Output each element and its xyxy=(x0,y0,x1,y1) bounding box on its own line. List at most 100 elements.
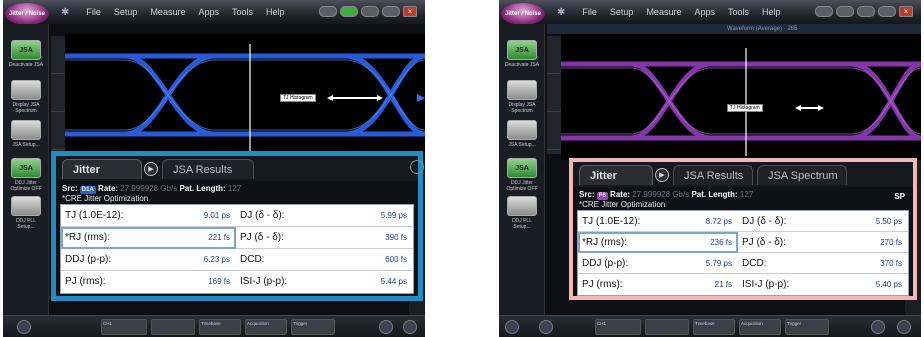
sidebar-ddj-optimize[interactable]: JSA DDJ Jitter Optimize OFF xyxy=(504,158,540,192)
menu-measure[interactable]: Measure xyxy=(150,7,185,18)
math-status[interactable] xyxy=(645,319,689,335)
timebase-status[interactable]: Timebase xyxy=(693,319,735,335)
sidebar-ddj-pll-setup[interactable]: DDJ PLL Setup... xyxy=(504,196,540,230)
menu-help[interactable]: Help xyxy=(762,7,781,18)
toolbar-button[interactable] xyxy=(878,6,896,17)
menu-tools[interactable]: Tools xyxy=(728,7,749,18)
dcd-cell[interactable]: DCD: 370 fs xyxy=(738,253,908,274)
source-badge: D1A xyxy=(79,186,96,194)
close-icon[interactable]: × xyxy=(403,6,417,17)
toolbar-button[interactable] xyxy=(382,6,400,17)
cre-optimization-label: *CRE Jitter Optimization xyxy=(62,194,149,203)
dj-cell[interactable]: DJ (δ - δ): 5.99 ps xyxy=(236,205,413,227)
tj-label: TJ (1.0E-12): xyxy=(582,216,641,227)
run-button[interactable] xyxy=(340,6,358,17)
menu-help[interactable]: Help xyxy=(266,7,285,18)
tj-value: 9.01 ps xyxy=(203,211,230,220)
toolbar-button[interactable] xyxy=(836,6,854,17)
menu-setup[interactable]: Setup xyxy=(114,7,138,18)
signal-icon[interactable] xyxy=(897,320,911,334)
eye-diagram-display[interactable]: TJ Histogram xyxy=(65,34,425,160)
menu-measure[interactable]: Measure xyxy=(646,7,681,18)
channel-icon[interactable] xyxy=(539,320,553,334)
overlay-corner-icon[interactable] xyxy=(410,160,424,174)
vertical-tab[interactable] xyxy=(547,112,561,150)
rj-cell[interactable]: *RJ (rms): 221 fs xyxy=(61,227,236,249)
math-status[interactable] xyxy=(151,319,195,335)
menu-file[interactable]: File xyxy=(582,7,597,18)
sidebar-jsa-setup[interactable]: JSA Setup... xyxy=(8,120,44,148)
play-icon[interactable]: ▶ xyxy=(655,168,669,182)
sidebar-label: JSA Setup... xyxy=(508,142,536,148)
math-icon[interactable] xyxy=(871,320,885,334)
vertical-tabs xyxy=(547,36,561,154)
menu-apps[interactable]: Apps xyxy=(694,7,715,18)
results-tabbar: Jitter ▶ JSA Results xyxy=(56,156,418,181)
isi-j-cell[interactable]: ISI-J (p-p): 5.44 ps xyxy=(236,271,413,293)
sp-badge: SP xyxy=(894,192,905,201)
tab-jsa-spectrum[interactable]: JSA Spectrum xyxy=(757,165,847,185)
channel-icon[interactable] xyxy=(17,320,31,334)
tab-jsa-results[interactable]: JSA Results xyxy=(162,159,254,179)
dj-cell[interactable]: DJ (δ - δ): 5.50 ps xyxy=(738,211,908,232)
eye-diagram-display[interactable]: TJ Histogram xyxy=(561,34,921,160)
sidebar-ddj-optimize[interactable]: JSA DDJ Jitter Optimize OFF xyxy=(8,158,44,192)
tj-cell[interactable]: TJ (1.0E-12): 9.01 ps xyxy=(61,205,236,227)
sidebar-deactivate-jsa[interactable]: JSA Deactivate JSA xyxy=(8,40,44,68)
trigger-status[interactable]: Trigger xyxy=(291,319,335,335)
timebase-status[interactable]: Timebase xyxy=(199,319,241,335)
isi-j-label: ISI-J (p-p): xyxy=(240,276,288,287)
pat-length-label: Pat. Length: xyxy=(179,184,226,193)
ddj-cell[interactable]: DDJ (p-p): 6.23 ps xyxy=(61,249,236,271)
vertical-tab[interactable] xyxy=(51,36,65,74)
isi-j-cell[interactable]: ISI-J (p-p): 5.40 ps xyxy=(738,274,908,295)
tj-value: 8.72 ps xyxy=(705,217,732,226)
vertical-tab[interactable] xyxy=(51,112,65,150)
rate-label: Rate: xyxy=(98,184,119,193)
menu-file[interactable]: File xyxy=(86,7,101,18)
sidebar-jsa-setup[interactable]: JSA Setup... xyxy=(504,120,540,148)
toolbar-button[interactable] xyxy=(815,6,833,17)
math-icon[interactable] xyxy=(379,320,393,334)
pj-dd-cell[interactable]: PJ (δ - δ): 390 fs xyxy=(236,227,413,249)
channel-icon[interactable] xyxy=(505,320,519,334)
dcd-cell[interactable]: DCD: 600 fs xyxy=(236,249,413,271)
sidebar-display-spectrum[interactable]: Display JSA Spectrum xyxy=(504,80,540,114)
sidebar-display-spectrum[interactable]: Display JSA Spectrum xyxy=(8,80,44,114)
ch1-status[interactable]: CH1 xyxy=(595,319,641,335)
tj-cell[interactable]: TJ (1.0E-12): 8.72 ps xyxy=(578,211,738,232)
rj-cell[interactable]: *RJ (rms): 236 fs xyxy=(578,232,738,253)
app-logo[interactable]: Jitter / Noise xyxy=(501,3,545,25)
play-icon[interactable]: ▶ xyxy=(144,162,158,176)
pj-dd-cell[interactable]: PJ (δ - δ): 270 fs xyxy=(738,232,908,253)
pj-rms-cell[interactable]: PJ (rms): 21 fs xyxy=(578,274,738,295)
toolbar-button[interactable] xyxy=(319,6,337,17)
tab-jsa-results[interactable]: JSA Results xyxy=(673,165,753,185)
star-icon[interactable]: ✱ xyxy=(557,7,565,18)
menu-setup[interactable]: Setup xyxy=(610,7,634,18)
sidebar-deactivate-jsa[interactable]: JSA Deactivate JSA xyxy=(504,40,540,68)
vertical-tab[interactable] xyxy=(547,74,561,112)
menu-apps[interactable]: Apps xyxy=(198,7,219,18)
pj-rms-label: PJ (rms): xyxy=(65,276,106,287)
acquisition-status[interactable]: Acquisition xyxy=(739,319,781,335)
app-logo[interactable]: Jitter / Noise xyxy=(5,3,49,25)
tab-jitter[interactable]: Jitter xyxy=(579,165,653,185)
tab-jitter[interactable]: Jitter xyxy=(62,159,142,179)
ch1-status[interactable]: CH1 xyxy=(101,319,147,335)
pj-rms-cell[interactable]: PJ (rms): 169 fs xyxy=(61,271,236,293)
sidebar-ddj-pll-setup[interactable]: DDJ PLL Setup... xyxy=(8,196,44,230)
toolbar-button[interactable] xyxy=(857,6,875,17)
sidebar: JSA Deactivate JSA Display JSA Spectrum … xyxy=(3,24,49,315)
ddj-cell[interactable]: DDJ (p-p): 5.79 ps xyxy=(578,253,738,274)
rate-value: 27.999928 Gb/s xyxy=(120,184,178,193)
acquisition-status[interactable]: Acquisition xyxy=(245,319,287,335)
star-icon[interactable]: ✱ xyxy=(61,7,69,18)
vertical-tab[interactable] xyxy=(51,74,65,112)
vertical-tab[interactable] xyxy=(547,36,561,74)
close-icon[interactable]: × xyxy=(899,6,913,17)
trigger-status[interactable]: Trigger xyxy=(785,319,829,335)
signal-icon[interactable] xyxy=(403,320,417,334)
toolbar-button[interactable] xyxy=(361,6,379,17)
menu-tools[interactable]: Tools xyxy=(232,7,253,18)
